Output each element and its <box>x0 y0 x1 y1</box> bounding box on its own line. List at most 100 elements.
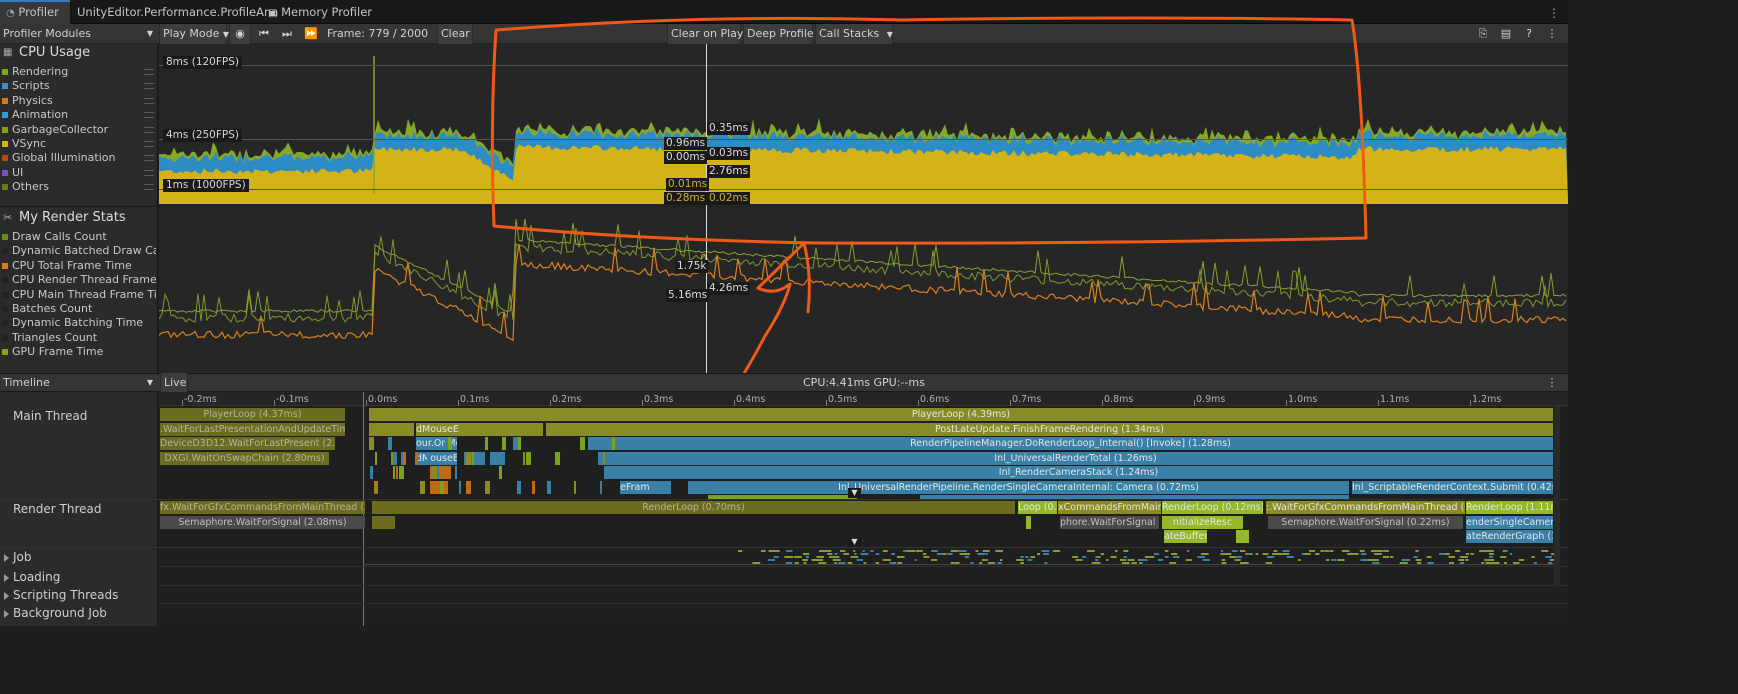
sample-bar[interactable]: RenderPipelineManager.DoRenderLoop_Inter… <box>588 437 1554 450</box>
job-sample <box>1359 550 1365 552</box>
sample-bar[interactable]: DXGI.WaitOnSwapChain (2.80ms) <box>160 452 330 465</box>
job-sample <box>784 556 789 558</box>
sample-sliver[interactable] <box>517 480 521 494</box>
sample-sliver[interactable] <box>448 437 452 450</box>
sample-bar[interactable]: ateRenderGraph (1.0 <box>1466 530 1554 543</box>
sample-bar[interactable]: Loop (0. <box>1018 501 1058 514</box>
sample-bar[interactable] <box>1236 530 1250 543</box>
sample-sliver[interactable] <box>375 480 378 494</box>
sample-sliver[interactable] <box>485 437 488 450</box>
scripting-threads-group[interactable]: Scripting Threads <box>0 586 158 604</box>
job-sample <box>1202 559 1210 561</box>
sample-bar[interactable]: RenderLoop (1.11ms) <box>1466 501 1554 514</box>
job-sample <box>875 562 879 564</box>
sample-sliver[interactable] <box>502 437 506 450</box>
sample-sliver[interactable] <box>393 466 395 479</box>
job-sample <box>1221 550 1224 552</box>
sample-sliver[interactable] <box>388 437 392 450</box>
sample-sliver[interactable] <box>580 437 585 450</box>
sample-bar[interactable]: Semaphore.WaitForSignal (0.22ms) <box>1268 516 1464 529</box>
sample-bar[interactable]: DeviceD3D12.WaitForLastPresent (2.80r <box>160 437 336 450</box>
sample-sliver[interactable] <box>518 437 521 450</box>
sample-bar[interactable]: nitializeResc <box>1162 516 1244 529</box>
sample-sliver[interactable] <box>415 451 418 465</box>
sample-sliver[interactable] <box>399 466 404 479</box>
live-toggle[interactable]: Live <box>160 373 188 393</box>
expand-arrow-icon <box>4 610 9 618</box>
job-sample <box>1044 562 1048 564</box>
sample-bar[interactable]: PlayerLoop (4.39ms) <box>369 408 1554 421</box>
sample-sliver[interactable] <box>499 466 502 479</box>
ruler-tick-label: 1.1ms <box>1380 394 1410 405</box>
sample-sliver[interactable] <box>455 466 457 479</box>
expand-arrow-icon[interactable]: ▼ <box>848 537 861 547</box>
sample-sliver[interactable] <box>369 437 374 450</box>
sample-sliver[interactable] <box>472 451 474 465</box>
job-sample <box>1075 559 1083 561</box>
sample-bar[interactable] <box>372 516 396 529</box>
sample-bar[interactable]: enderSingleCamera <box>1466 516 1554 529</box>
job-sample <box>1240 562 1248 564</box>
sample-sliver[interactable] <box>555 451 560 465</box>
sample-sliver[interactable] <box>532 480 535 494</box>
job-sample <box>802 559 808 561</box>
sample-sliver[interactable] <box>466 480 471 494</box>
job-sample <box>1458 559 1464 561</box>
sample-sliver[interactable] <box>610 437 612 450</box>
sample-bar[interactable]: eFram <box>620 481 672 494</box>
sample-sliver[interactable] <box>427 451 430 465</box>
sample-bar[interactable]: .WaitForLastPresentationAndUpdateTim <box>160 423 346 436</box>
sample-sliver[interactable] <box>444 480 448 494</box>
sample-bar[interactable] <box>1026 516 1032 529</box>
sample-sliver[interactable] <box>526 451 531 465</box>
timeline-options-icon[interactable]: ⋮ <box>1543 373 1561 393</box>
sample-bar[interactable]: :.WaitForGfxCommandsFromMainThread (0.22 <box>1266 501 1466 514</box>
sample-sliver[interactable] <box>370 466 373 479</box>
sample-sliver[interactable] <box>375 451 377 465</box>
job-sample <box>1131 562 1137 564</box>
view-type-dropdown[interactable]: Timeline ▼ <box>0 373 157 393</box>
loading-threads-group[interactable]: Loading <box>0 568 158 586</box>
sample-bar[interactable]: Inl_UniversalRenderTotal (1.26ms) <box>598 452 1554 465</box>
sample-bar[interactable]: RenderLoop (0.70ms) <box>372 501 1016 514</box>
sample-sliver[interactable] <box>523 451 525 465</box>
job-sample <box>1072 556 1079 558</box>
sample-bar[interactable]: Inl_RenderCameraStack (1.24ms) <box>604 466 1554 479</box>
sample-bar[interactable]: RenderLoop (0.12ms) <box>1162 501 1264 514</box>
sample-bar[interactable]: Semaphore.WaitForSignal (2.08ms) <box>160 516 366 529</box>
timeline-scrollbar[interactable] <box>1554 406 1560 586</box>
background-job-group[interactable]: Background Job <box>0 604 158 622</box>
sample-bar[interactable] <box>369 423 415 436</box>
sample-sliver[interactable] <box>391 451 393 465</box>
job-sample <box>1221 559 1226 561</box>
sample-sliver[interactable] <box>396 466 398 479</box>
sample-sliver[interactable] <box>466 451 471 465</box>
expand-arrow-icon[interactable]: ▼ <box>848 488 861 498</box>
sample-bar[interactable]: phore.WaitForSignal (0. <box>1060 516 1160 529</box>
sample-bar[interactable] <box>708 495 858 499</box>
sample-sliver[interactable] <box>432 466 437 479</box>
sample-sliver[interactable] <box>437 466 439 479</box>
sample-bar[interactable]: PlayerLoop (4.37ms) <box>160 408 346 421</box>
sample-sliver[interactable] <box>574 480 576 494</box>
sample-bar[interactable]: Inl_ScriptableRenderContext.Submit (0.42… <box>1352 481 1554 494</box>
job-sample <box>803 562 807 564</box>
sample-bar[interactable]: ateBufferRe <box>1164 530 1208 543</box>
sample-bar[interactable]: PostLateUpdate.FinishFrameRendering (1.3… <box>546 423 1554 436</box>
job-threads-group[interactable]: Job <box>0 548 158 566</box>
sample-sliver[interactable] <box>603 451 605 465</box>
sample-bar[interactable]: Inl_UniversalRenderPipeline.RenderSingle… <box>688 481 1350 494</box>
sample-sliver[interactable] <box>600 480 602 494</box>
job-sample <box>827 553 833 555</box>
sample-bar[interactable] <box>920 495 1350 499</box>
sample-sliver[interactable] <box>459 480 461 494</box>
sample-bar[interactable]: dMouseE <box>416 452 458 465</box>
sample-bar[interactable]: dMouseE <box>416 423 544 436</box>
sample-bar[interactable] <box>490 452 506 465</box>
sample-bar[interactable]: xCommandsFromMainTh <box>1058 501 1162 514</box>
sample-sliver[interactable] <box>403 451 406 465</box>
sample-sliver[interactable] <box>547 480 551 494</box>
sample-sliver[interactable] <box>420 480 425 494</box>
sample-bar[interactable]: fx.WaitForGfxCommandsFromMainThread (2.0… <box>160 501 366 514</box>
sample-sliver[interactable] <box>485 480 490 494</box>
